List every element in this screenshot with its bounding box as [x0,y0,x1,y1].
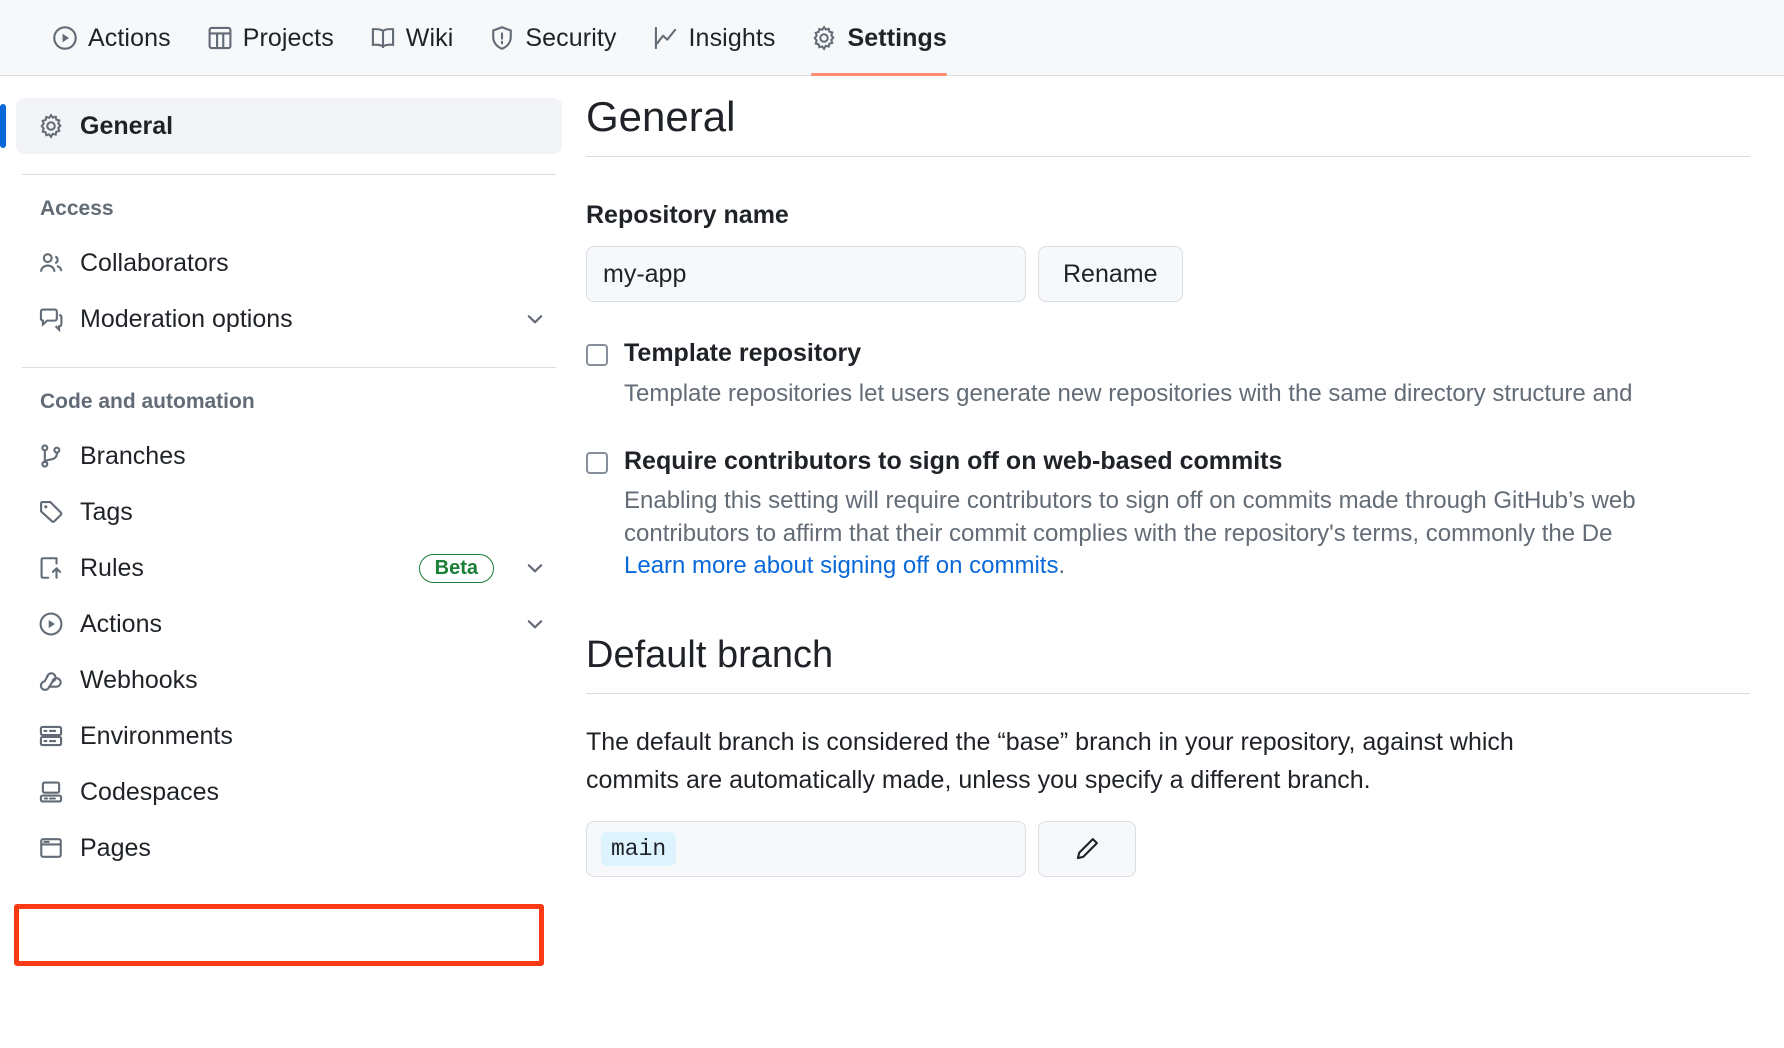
play-circle-icon [52,25,78,51]
sidebar-item-label: Tags [80,498,546,527]
sign-off-desc-line-2: contributors to affirm that their commit… [624,520,1612,547]
nav-tab-label: Insights [689,24,776,53]
sign-off-desc-line-1: Enabling this setting will require contr… [624,487,1636,514]
nav-tab-wiki[interactable]: Wiki [352,0,472,76]
browser-icon [38,835,64,861]
comment-icon [38,306,64,332]
sign-off-period: . [1058,552,1065,579]
book-icon [370,25,396,51]
sign-off-learn-more-link[interactable]: Learn more about signing off on commits [624,552,1058,579]
sign-off-desc-line-2-text: contributors to affirm that their commit… [624,520,1612,547]
pencil-icon [1074,836,1100,862]
sign-off-label: Require contributors to sign off on web-… [624,446,1636,477]
nav-tab-settings[interactable]: Settings [793,0,964,76]
gear-icon [811,25,837,51]
gear-icon [38,113,64,139]
sidebar-item-webhooks[interactable]: Webhooks [16,652,562,708]
sidebar-item-environments[interactable]: Environments [16,708,562,764]
sidebar-item-label: Rules [80,554,403,583]
template-repository-checkbox[interactable] [586,344,608,366]
template-repository-setting: Template repository Template repositorie… [586,338,1784,410]
pages-highlight-annotation [14,904,544,966]
tab-underline [653,73,776,76]
settings-body: General Access Collaborators [0,76,1784,1048]
rules-icon [38,555,64,581]
settings-main-content: General Repository name Rename Template … [580,76,1784,877]
repository-nav: Actions Projects Wiki [0,0,1784,76]
sidebar-item-label: Collaborators [80,249,546,278]
sidebar-item-rules[interactable]: Rules Beta [16,540,562,596]
sidebar-divider [22,174,556,175]
settings-sidebar: General Access Collaborators [0,76,580,876]
people-icon [38,250,64,276]
template-repository-label: Template repository [624,338,1632,369]
shield-alert-icon [489,25,515,51]
selected-indicator [0,104,6,148]
sidebar-item-label: General [80,112,546,141]
sidebar-divider [22,367,556,368]
nav-tab-projects[interactable]: Projects [189,0,352,76]
server-icon [38,723,64,749]
sidebar-item-label: Actions [80,610,508,639]
tab-underline [811,73,946,76]
default-branch-name: main [601,832,676,866]
nav-tab-label: Settings [847,24,946,53]
sidebar-item-tags[interactable]: Tags [16,484,562,540]
sidebar-item-codespaces[interactable]: Codespaces [16,764,562,820]
sidebar-item-label: Moderation options [80,305,508,334]
chevron-down-icon[interactable] [524,557,546,579]
sidebar-item-label: Environments [80,722,546,751]
nav-tab-actions[interactable]: Actions [34,0,189,76]
play-circle-icon [38,611,64,637]
default-branch-desc-line-2: commits are automatically made, unless y… [586,762,1784,800]
nav-tab-security[interactable]: Security [471,0,634,76]
sidebar-item-actions[interactable]: Actions [16,596,562,652]
tag-icon [38,499,64,525]
sidebar-item-pages[interactable]: Pages [16,820,562,876]
sidebar-heading-code-and-automation: Code and automation [16,390,562,428]
rename-button[interactable]: Rename [1038,246,1183,302]
sidebar-item-general[interactable]: General [16,98,562,154]
sidebar-item-label: Webhooks [80,666,546,695]
nav-tab-label: Projects [243,24,334,53]
default-branch-row: main [586,821,1784,877]
sidebar-item-moderation-options[interactable]: Moderation options [16,291,562,347]
sign-off-setting: Require contributors to sign off on web-… [586,446,1784,582]
nav-tab-label: Actions [88,24,171,53]
sidebar-heading-access: Access [16,197,562,235]
webhook-icon [38,667,64,693]
sidebar-item-label: Pages [80,834,546,863]
sign-off-description: Enabling this setting will require contr… [624,485,1636,582]
repository-name-label: Repository name [586,201,1784,230]
default-branch-desc-line-1: The default branch is considered the “ba… [586,724,1784,762]
sidebar-item-label: Branches [80,442,546,471]
nav-tab-label: Wiki [406,24,454,53]
graph-icon [653,25,679,51]
sidebar-item-label: Codespaces [80,778,546,807]
github-repo-settings-page: Actions Projects Wiki [0,0,1784,1048]
chevron-down-icon[interactable] [524,613,546,635]
git-branch-icon [38,443,64,469]
table-icon [207,25,233,51]
edit-default-branch-button[interactable] [1038,821,1136,877]
repository-name-input[interactable] [586,246,1026,302]
default-branch-description: The default branch is considered the “ba… [586,724,1784,799]
codespaces-icon [38,779,64,805]
title-divider [586,156,1750,157]
nav-tab-insights[interactable]: Insights [635,0,794,76]
default-branch-display: main [586,821,1026,877]
chevron-down-icon[interactable] [524,308,546,330]
repository-name-row: Rename [586,246,1784,302]
sidebar-item-branches[interactable]: Branches [16,428,562,484]
nav-tab-label: Security [525,24,616,53]
beta-badge: Beta [419,554,494,583]
page-title: General [586,92,1784,142]
template-repository-description: Template repositories let users generate… [624,378,1632,410]
sign-off-checkbox[interactable] [586,452,608,474]
sidebar-item-collaborators[interactable]: Collaborators [16,235,562,291]
default-branch-divider [586,693,1750,694]
default-branch-title: Default branch [586,634,1784,677]
